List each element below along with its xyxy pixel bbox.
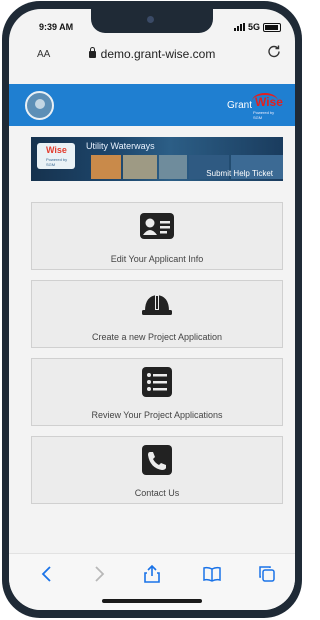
banner-photo-pipes: [159, 155, 187, 179]
forward-icon[interactable]: [89, 564, 109, 584]
menu-card-label: Create a new Project Application: [91, 332, 223, 342]
hard-hat-icon: [142, 295, 172, 315]
promo-banner: Wise Powered by SGM Utility Waterways Su…: [31, 137, 283, 181]
phone-icon: [142, 445, 172, 475]
status-bar: 9:39 AM 5G: [9, 20, 295, 36]
menu-card-create-application[interactable]: Create a new Project Application: [31, 280, 283, 348]
banner-logo: Wise Powered by SGM: [37, 143, 75, 169]
menu-card-label: Review Your Project Applications: [91, 410, 223, 420]
status-indicators: 5G: [233, 22, 281, 32]
user-avatar[interactable]: [25, 91, 54, 120]
app-header: Grant Wise Powered by SGM: [9, 84, 295, 126]
url-field[interactable]: demo.grant-wise.com: [9, 47, 295, 61]
menu-cards: Edit Your Applicant Info Create a new Pr…: [31, 202, 283, 514]
browser-toolbar: [9, 553, 295, 610]
home-indicator[interactable]: [102, 599, 202, 603]
menu-card-review-applications[interactable]: Review Your Project Applications: [31, 358, 283, 426]
reload-icon[interactable]: [267, 44, 281, 58]
bookmarks-icon[interactable]: [202, 564, 222, 584]
signal-icon: [233, 23, 245, 31]
share-icon[interactable]: [142, 564, 162, 584]
url-text: demo.grant-wise.com: [100, 47, 216, 61]
menu-card-label: Contact Us: [134, 488, 180, 498]
submit-help-ticket-link[interactable]: Submit Help Ticket: [206, 169, 273, 178]
banner-photo-workers: [123, 155, 157, 179]
id-card-icon: [140, 213, 174, 239]
address-bar[interactable]: AA demo.grant-wise.com: [9, 41, 295, 67]
battery-icon: [263, 22, 281, 32]
menu-card-contact-us[interactable]: Contact Us: [31, 436, 283, 504]
back-icon[interactable]: [37, 564, 57, 584]
tabs-icon[interactable]: [257, 564, 277, 584]
menu-card-edit-applicant[interactable]: Edit Your Applicant Info: [31, 202, 283, 270]
network-label: 5G: [247, 22, 260, 32]
menu-card-label: Edit Your Applicant Info: [110, 254, 204, 264]
banner-photo-orange: [91, 155, 121, 179]
screen: 9:39 AM 5G AA demo.grant-wise.com Grant …: [9, 9, 295, 610]
grantwise-logo[interactable]: Grant Wise Powered by SGM: [227, 93, 283, 120]
status-time: 9:39 AM: [39, 22, 74, 32]
list-icon: [142, 367, 172, 397]
lock-icon: [88, 47, 96, 58]
banner-title: Utility Waterways: [86, 141, 155, 151]
phone-frame: 9:39 AM 5G AA demo.grant-wise.com Grant …: [2, 1, 302, 618]
